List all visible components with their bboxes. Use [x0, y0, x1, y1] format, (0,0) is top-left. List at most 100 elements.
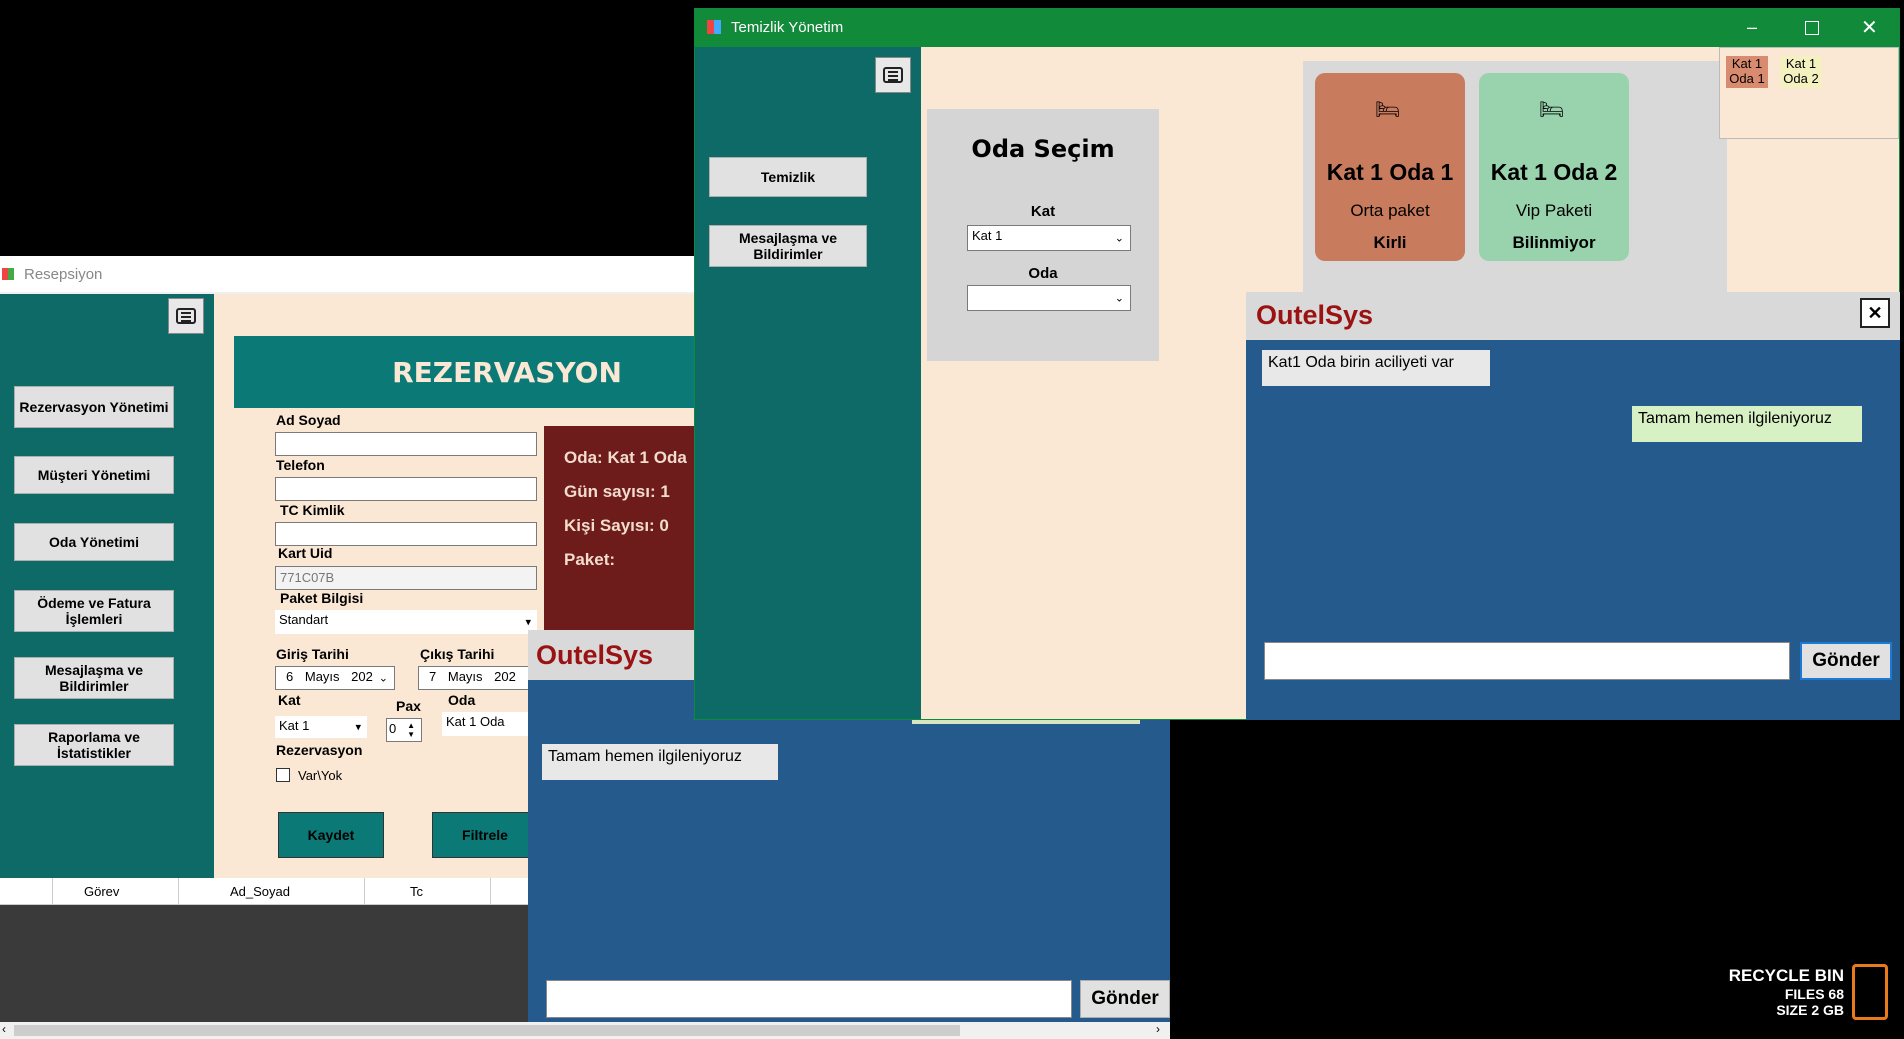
- nav-temizlik-button[interactable]: Temizlik: [709, 157, 867, 197]
- grid-col-adsoyad[interactable]: Ad_Soyad: [230, 884, 290, 899]
- chat-front-input[interactable]: [1264, 642, 1790, 680]
- oda-label: Oda: [1028, 265, 1058, 282]
- kaydet-button[interactable]: Kaydet: [278, 812, 384, 858]
- nav-mesajlasma-button[interactable]: Mesajlaşma ve Bildirimler: [14, 657, 174, 699]
- mini-room-list: Kat 1 Oda 1 Kat 1 Oda 2: [1719, 47, 1899, 139]
- grid-col-gorev[interactable]: Görev: [84, 884, 119, 899]
- paket-select[interactable]: Standart ▾: [275, 610, 537, 634]
- resepsiyon-titlebar[interactable]: Resepsiyon: [0, 256, 700, 292]
- giris-date-picker[interactable]: 6 Mayıs 202 ⌄: [275, 666, 395, 690]
- nav-odeme-button[interactable]: Ödeme ve Fatura İşlemleri: [14, 590, 174, 632]
- kat-value: Kat 1: [279, 718, 310, 733]
- cikis-year: 202: [494, 669, 516, 684]
- oda-secim-title: Oda Seçim: [971, 135, 1115, 163]
- cikis-day: 7: [429, 669, 437, 684]
- temizlik-sidebar: Temizlik Mesajlaşma ve Bildirimler: [695, 47, 921, 719]
- chat-front-outgoing: Tamam hemen ilgileniyoruz: [1632, 406, 1862, 442]
- grid-col-tc[interactable]: Tc: [410, 884, 423, 899]
- kat-select[interactable]: Kat 1 ⌄: [967, 225, 1131, 251]
- room-1-name: Kat 1 Oda 1: [1326, 159, 1454, 185]
- scroll-right-icon[interactable]: ›: [1156, 1022, 1160, 1036]
- menu-toggle-icon[interactable]: [875, 57, 911, 93]
- scroll-left-icon[interactable]: ‹: [2, 1022, 6, 1036]
- summary-kisi: Kişi Sayısı: 0: [564, 516, 669, 535]
- menu-toggle-icon[interactable]: [168, 298, 204, 334]
- room-card-1[interactable]: 🛏 Kat 1 Oda 1 Orta paket Kirli: [1315, 73, 1465, 261]
- grid-col-sep: [52, 878, 53, 904]
- mini-room-2-line2: Oda 2: [1783, 71, 1819, 86]
- room-2-paket: Vip Paketi: [1515, 201, 1593, 220]
- kart-uid-input[interactable]: 771C07B: [275, 566, 537, 590]
- mini-room-2[interactable]: Kat 1 Oda 2: [1780, 56, 1822, 88]
- rezervasyon-header: REZERVASYON: [234, 336, 700, 408]
- room-card-2[interactable]: 🛏 Kat 1 Oda 2 Vip Paketi Bilinmiyor: [1479, 73, 1629, 261]
- giris-month: Mayıs: [304, 669, 340, 684]
- oda-select[interactable]: ⌄: [967, 285, 1131, 311]
- oda-value: Kat 1 Oda: [446, 714, 505, 729]
- nav-raporlama-button[interactable]: Raporlama ve İstatistikler: [14, 724, 174, 766]
- scrollbar-thumb[interactable]: [14, 1025, 960, 1036]
- horizontal-scrollbar[interactable]: ‹ ›: [0, 1022, 1170, 1039]
- grid-col-sep: [490, 878, 491, 904]
- oda-secim-panel: Oda Seçim Kat Kat 1 ⌄ Oda ⌄: [927, 109, 1159, 361]
- oda-label: Oda: [448, 692, 476, 708]
- chat-back-send-button[interactable]: Gönder: [1080, 980, 1170, 1018]
- cikis-date-picker[interactable]: 7 Mayıs 202: [418, 666, 538, 690]
- minimize-icon[interactable]: –: [1747, 17, 1757, 38]
- chevron-down-icon: ⌄: [1114, 292, 1124, 305]
- chat-back-title: OutelSys: [536, 640, 654, 670]
- kat-label: Kat: [1030, 203, 1056, 220]
- telefon-input[interactable]: [275, 477, 537, 501]
- grid-col-sep: [178, 878, 179, 904]
- ad-soyad-label: Ad Soyad: [276, 412, 341, 428]
- recycle-bin[interactable]: RECYCLE BIN FILES 68 SIZE 2 GB: [1700, 962, 1896, 1026]
- close-icon[interactable]: ✕: [1860, 298, 1890, 328]
- chat-back-highlight: [912, 720, 1140, 724]
- resepsiyon-sidebar: Rezervasyon Yönetimi Müşteri Yönetimi Od…: [0, 294, 214, 878]
- ad-soyad-input[interactable]: [275, 432, 537, 456]
- nav-musteri-button[interactable]: Müşteri Yönetimi: [14, 456, 174, 494]
- tc-label: TC Kimlik: [280, 502, 345, 518]
- chat-front-header: OutelSys ✕: [1246, 292, 1900, 340]
- dropdown-arrow-icon: ▾: [525, 616, 531, 629]
- filtrele-button[interactable]: Filtrele: [432, 812, 538, 858]
- recycle-size: SIZE 2 GB: [1776, 1002, 1844, 1018]
- resepsiyon-title: Resepsiyon: [24, 266, 103, 283]
- mini-room-1-line1: Kat 1: [1731, 56, 1763, 71]
- mini-room-1[interactable]: Kat 1 Oda 1: [1726, 56, 1768, 88]
- giris-day: 6: [286, 669, 294, 684]
- nav-rezervasyon-button[interactable]: Rezervasyon Yönetimi: [14, 386, 174, 428]
- temizlik-title: Temizlik Yönetim: [731, 19, 844, 36]
- mini-room-1-line2: Oda 1: [1729, 71, 1765, 86]
- chat-back-input[interactable]: [546, 980, 1072, 1018]
- pax-value: 0: [389, 721, 397, 736]
- summary-gun: Gün sayısı: 1: [564, 482, 670, 501]
- room-2-name: Kat 1 Oda 2: [1490, 159, 1618, 185]
- paket-label: Paket Bilgisi: [280, 590, 364, 606]
- close-icon[interactable]: ✕: [1861, 15, 1878, 40]
- bed-icon: 🛏: [1375, 99, 1401, 121]
- room-2-status: Bilinmiyor: [1512, 233, 1596, 252]
- maximize-icon[interactable]: [1805, 21, 1819, 35]
- pax-stepper[interactable]: 0 ▲ ▼: [386, 718, 422, 742]
- pax-label: Pax: [396, 698, 421, 714]
- rezervasyon-label: Rezervasyon: [276, 742, 363, 758]
- oda-select[interactable]: Kat 1 Oda: [442, 712, 542, 736]
- nav-mesajlasma-button[interactable]: Mesajlaşma ve Bildirimler: [709, 225, 867, 267]
- kart-uid-label: Kart Uid: [278, 545, 333, 561]
- temizlik-titlebar[interactable]: Temizlik Yönetim – ✕: [695, 9, 1899, 47]
- tc-input[interactable]: [275, 522, 537, 546]
- chat-back-message: Tamam hemen ilgileniyoruz: [542, 744, 778, 780]
- grid-col-sep: [364, 878, 365, 904]
- chat-front-window: OutelSys ✕ Kat1 Oda birin aciliyeti var …: [1246, 292, 1900, 720]
- summary-panel: Oda: Kat 1 Oda Gün sayısı: 1 Kişi Sayısı…: [544, 426, 700, 634]
- giris-year: 202: [351, 669, 373, 684]
- kat-value: Kat 1: [972, 228, 1003, 243]
- summary-oda: Oda: Kat 1 Oda: [564, 448, 687, 467]
- app-icon: [2, 268, 14, 280]
- nav-oda-button[interactable]: Oda Yönetimi: [14, 523, 174, 561]
- kat-select[interactable]: Kat 1 ▾: [275, 716, 367, 738]
- chat-front-send-button[interactable]: Gönder: [1800, 642, 1892, 680]
- giris-label: Giriş Tarihi: [276, 646, 349, 662]
- varyok-checkbox[interactable]: [276, 768, 290, 782]
